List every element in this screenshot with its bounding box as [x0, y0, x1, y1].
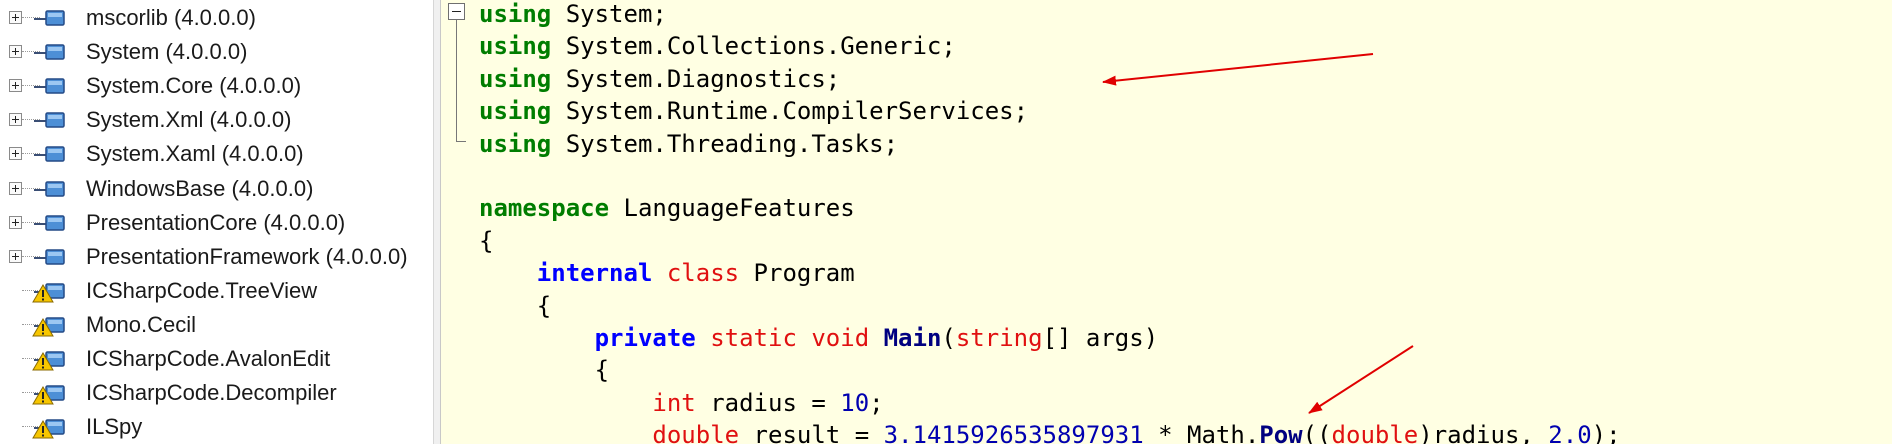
tree-item[interactable]: System (4.0.0.0) [0, 35, 433, 69]
annotation-arrow-usings [1102, 53, 1374, 86]
tree-item[interactable]: ICSharpCode.Decompiler [0, 376, 433, 410]
assembly-icon [34, 78, 65, 94]
tree-item-label: Mono.Cecil [86, 311, 197, 337]
assembly-icon [34, 180, 65, 197]
assembly-tree[interactable]: mscorlib (4.0.0.0) System (4.0.0.0) System… [0, 0, 433, 444]
tree-item[interactable]: System.Core (4.0.0.0) [0, 69, 433, 103]
tree-item-label: ICSharpCode.Decompiler [86, 380, 337, 406]
tree-item-label: ICSharpCode.AvalonEdit [86, 346, 331, 371]
tree-item[interactable]: WindowsBase (4.0.0.0) [0, 172, 433, 206]
assembly-icon [34, 214, 65, 231]
tree-item-label: mscorlib (4.0.0.0) [86, 5, 256, 30]
assembly-warning-icon [32, 419, 65, 439]
tree-item[interactable]: PresentationFramework (4.0.0.0) [0, 240, 433, 274]
expand-icon[interactable] [9, 215, 22, 229]
expand-icon[interactable] [9, 11, 22, 24]
assembly-warning-icon [32, 317, 65, 337]
tree-item[interactable]: mscorlib (4.0.0.0) [0, 1, 433, 35]
expand-icon[interactable] [9, 79, 22, 93]
tree-item[interactable]: System.Xml (4.0.0.0) [0, 103, 433, 137]
expand-icon[interactable] [9, 45, 22, 59]
assembly-warning-icon [32, 283, 65, 303]
expand-icon[interactable] [9, 249, 22, 263]
annotation-arrow-pow [1308, 345, 1414, 414]
annotation-arrows [1102, 53, 1414, 414]
assembly-icon [34, 10, 65, 26]
assembly-warning-icon [32, 351, 65, 371]
expand-icon[interactable] [9, 113, 22, 127]
tree-item-label: System (4.0.0.0) [86, 39, 248, 65]
tree-item-label: System.Xaml (4.0.0.0) [86, 141, 304, 167]
tree-item-label: PresentationFramework (4.0.0.0) [86, 243, 408, 269]
pane-splitter[interactable] [433, 0, 441, 444]
tree-item[interactable]: Mono.Cecil [0, 308, 433, 342]
expand-icon[interactable] [9, 181, 22, 195]
code-editor[interactable]: using System; using System.Collections.Ge… [441, 0, 1892, 444]
assembly-icon [34, 146, 65, 163]
tree-item[interactable]: System.Xaml (4.0.0.0) [0, 137, 433, 171]
tree-item[interactable]: PresentationCore (4.0.0.0) [0, 206, 433, 240]
tree-item-label: WindowsBase (4.0.0.0) [86, 175, 314, 201]
tree-item-label: PresentationCore (4.0.0.0) [86, 209, 346, 235]
tree-item-label: System.Core (4.0.0.0) [86, 73, 302, 99]
tree-item-label: ILSpy [86, 414, 143, 440]
assembly-icon [34, 248, 65, 265]
assembly-icon [34, 112, 65, 129]
tree-item-label: System.Xml (4.0.0.0) [86, 107, 292, 133]
assembly-icon [34, 44, 65, 60]
expand-icon[interactable] [9, 147, 22, 161]
assembly-warning-icon [32, 385, 65, 405]
tree-item[interactable]: ICSharpCode.TreeView [0, 274, 433, 308]
tree-item-label: ICSharpCode.TreeView [86, 277, 318, 303]
tree-item[interactable]: ILSpy [0, 410, 433, 444]
tree-item[interactable]: ICSharpCode.AvalonEdit [0, 342, 433, 376]
